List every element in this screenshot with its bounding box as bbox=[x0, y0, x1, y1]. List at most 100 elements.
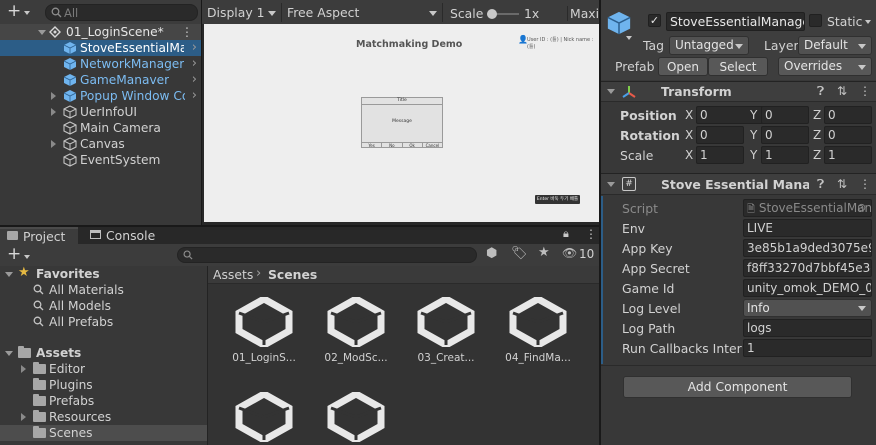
rotation-y-field[interactable]: 0 bbox=[761, 126, 809, 144]
hierarchy-item-event-system[interactable]: EventSystem bbox=[0, 152, 201, 168]
help-icon[interactable]: ❓︎ bbox=[817, 177, 824, 192]
scale-z-field[interactable]: 1 bbox=[824, 146, 872, 164]
hierarchy-item-main-camera[interactable]: Main Camera bbox=[0, 120, 201, 136]
folder-resources[interactable]: Resources bbox=[0, 409, 207, 425]
chevron-right-icon[interactable]: › bbox=[192, 72, 197, 88]
expand-caret-icon[interactable] bbox=[21, 365, 26, 373]
expand-caret-icon[interactable] bbox=[51, 140, 56, 148]
scale-slider[interactable] bbox=[487, 9, 519, 19]
scene-asset-tile[interactable]: 04_FindMa... bbox=[494, 297, 582, 364]
display-dropdown[interactable]: Display 1 bbox=[202, 3, 282, 22]
divider-horizontal[interactable] bbox=[0, 225, 599, 227]
rotation-z-field[interactable]: 0 bbox=[824, 126, 872, 144]
expand-caret-icon[interactable] bbox=[5, 272, 13, 277]
run-callbacks-field[interactable]: 1 bbox=[743, 339, 872, 357]
assets-row[interactable]: Assets bbox=[0, 345, 207, 361]
corner-game-button[interactable]: Enter 바둑 두기 배틀 bbox=[535, 195, 580, 204]
script-enable-checkbox-icon[interactable]: # bbox=[622, 177, 636, 191]
add-component-button[interactable]: Add Component bbox=[623, 376, 852, 398]
static-checkbox[interactable] bbox=[809, 14, 822, 27]
game-id-field[interactable]: unity_omok_DEMO_01 bbox=[743, 279, 872, 297]
hierarchy-item-popup-window[interactable]: Popup Window Controller › bbox=[0, 88, 201, 104]
expand-caret-icon[interactable] bbox=[38, 30, 46, 35]
app-key-field[interactable]: 3e85b1a9ded3075e93 bbox=[743, 239, 872, 257]
tab-console[interactable]: Console bbox=[84, 227, 164, 244]
component-header[interactable]: # Stove Essential Manager (Script) ❓︎ ⇅ … bbox=[601, 173, 876, 195]
log-path-field[interactable]: logs bbox=[743, 319, 872, 337]
icon-dropdown-arrow[interactable] bbox=[626, 36, 632, 40]
transform-header[interactable]: Transform ❓︎ ⇅ ⋮ bbox=[601, 81, 876, 102]
prefab-open-button[interactable]: Open bbox=[658, 57, 708, 76]
active-checkbox[interactable]: ✓ bbox=[648, 14, 661, 27]
help-icon[interactable]: ❓︎ bbox=[817, 84, 824, 99]
favorites-row[interactable]: ★ Favorites bbox=[0, 265, 207, 282]
chevron-right-icon[interactable]: › bbox=[192, 88, 197, 104]
search-by-label-icon[interactable]: 🏷︎ bbox=[511, 246, 528, 261]
folder-prefabs[interactable]: Prefabs bbox=[0, 393, 207, 409]
project-search[interactable] bbox=[177, 247, 477, 263]
lock-icon[interactable]: 🔒︎ bbox=[563, 227, 569, 241]
static-dropdown-arrow[interactable] bbox=[865, 20, 871, 24]
env-field[interactable]: LIVE bbox=[743, 219, 872, 237]
aspect-dropdown[interactable]: Free Aspect bbox=[282, 3, 443, 22]
chevron-right-icon[interactable]: › bbox=[192, 40, 197, 56]
scale-y-field[interactable]: 1 bbox=[761, 146, 809, 164]
app-secret-field[interactable]: f8ff33270d7bbf45e3d bbox=[743, 259, 872, 277]
scene-menu-icon[interactable]: ⋮ bbox=[181, 24, 193, 40]
object-picker-icon[interactable]: ⊙ bbox=[857, 201, 866, 214]
breadcrumb-current[interactable]: Scenes bbox=[268, 267, 317, 282]
favorite-item[interactable]: All Materials bbox=[0, 282, 207, 298]
add-dropdown-arrow[interactable] bbox=[24, 255, 30, 259]
object-name-field[interactable]: StoveEssentialManager bbox=[666, 12, 805, 31]
breadcrumb-root[interactable]: Assets bbox=[213, 267, 253, 282]
layer-dropdown[interactable]: Default bbox=[798, 36, 872, 55]
favorite-item[interactable]: All Prefabs bbox=[0, 314, 207, 330]
rotation-x-field[interactable]: 0 bbox=[696, 126, 744, 144]
scene-asset-tile[interactable] bbox=[312, 392, 400, 442]
component-menu-icon[interactable]: ⋮ bbox=[859, 177, 871, 191]
scale-x-field[interactable]: 1 bbox=[696, 146, 744, 164]
hidden-packages-icon[interactable]: 👁︎ bbox=[562, 246, 577, 260]
game-canvas[interactable]: Matchmaking Demo 👤 User ID : (틀) | Nick … bbox=[204, 24, 599, 222]
favorite-item[interactable]: All Models bbox=[0, 298, 207, 314]
hierarchy-item-canvas[interactable]: Canvas bbox=[0, 136, 201, 152]
popup-ok-button[interactable]: Ok bbox=[403, 143, 423, 148]
favorite-star-icon[interactable]: ★ bbox=[538, 245, 550, 260]
scene-asset-tile[interactable]: 02_ModSc... bbox=[312, 297, 400, 364]
hierarchy-item-network-manager[interactable]: NetworkManager › bbox=[0, 56, 201, 72]
preset-icon[interactable]: ⇅ bbox=[837, 84, 847, 98]
position-z-field[interactable]: 0 bbox=[824, 106, 872, 124]
overrides-dropdown[interactable]: Overrides bbox=[778, 57, 872, 76]
tag-dropdown[interactable]: Untagged bbox=[669, 36, 749, 55]
popup-yes-button[interactable]: Yes bbox=[362, 143, 383, 148]
prefab-select-button[interactable]: Select bbox=[708, 57, 768, 76]
preset-icon[interactable]: ⇅ bbox=[837, 177, 847, 191]
expand-caret-icon[interactable] bbox=[21, 413, 26, 421]
panel-menu-icon[interactable]: ⋮ bbox=[585, 227, 597, 241]
position-y-field[interactable]: 0 bbox=[761, 106, 809, 124]
scene-asset-tile[interactable]: 01_LoginS... bbox=[220, 297, 308, 364]
scene-asset-tile[interactable]: 03_Creat... bbox=[402, 297, 490, 364]
popup-no-button[interactable]: No bbox=[382, 143, 403, 148]
divider-vertical[interactable] bbox=[599, 0, 601, 445]
scale-slider-handle[interactable] bbox=[487, 9, 497, 19]
hierarchy-search[interactable]: All bbox=[45, 4, 198, 21]
popup-cancel-button[interactable]: Cancel bbox=[423, 143, 442, 148]
hierarchy-item-stove-essential-manager[interactable]: StoveEssentialManager › bbox=[0, 40, 201, 56]
folder-scenes[interactable]: Scenes bbox=[0, 425, 207, 441]
component-menu-icon[interactable]: ⋮ bbox=[859, 84, 871, 98]
expand-caret-icon[interactable] bbox=[607, 89, 615, 94]
scene-asset-tile[interactable] bbox=[220, 392, 308, 442]
tab-project[interactable]: Project bbox=[0, 227, 78, 244]
add-dropdown-arrow[interactable] bbox=[24, 11, 30, 15]
add-button[interactable]: + bbox=[7, 1, 21, 21]
expand-caret-icon[interactable] bbox=[5, 351, 13, 356]
expand-caret-icon[interactable] bbox=[607, 182, 615, 187]
folder-editor[interactable]: Editor bbox=[0, 361, 207, 377]
scene-row[interactable]: 01_LoginScene* ⋮ bbox=[0, 24, 201, 40]
log-level-dropdown[interactable]: Info bbox=[743, 299, 872, 317]
search-by-type-icon[interactable]: ⬢ bbox=[486, 246, 497, 261]
hierarchy-item-game-manaver[interactable]: GameManaver › bbox=[0, 72, 201, 88]
expand-caret-icon[interactable] bbox=[51, 92, 56, 100]
expand-caret-icon[interactable] bbox=[51, 108, 56, 116]
